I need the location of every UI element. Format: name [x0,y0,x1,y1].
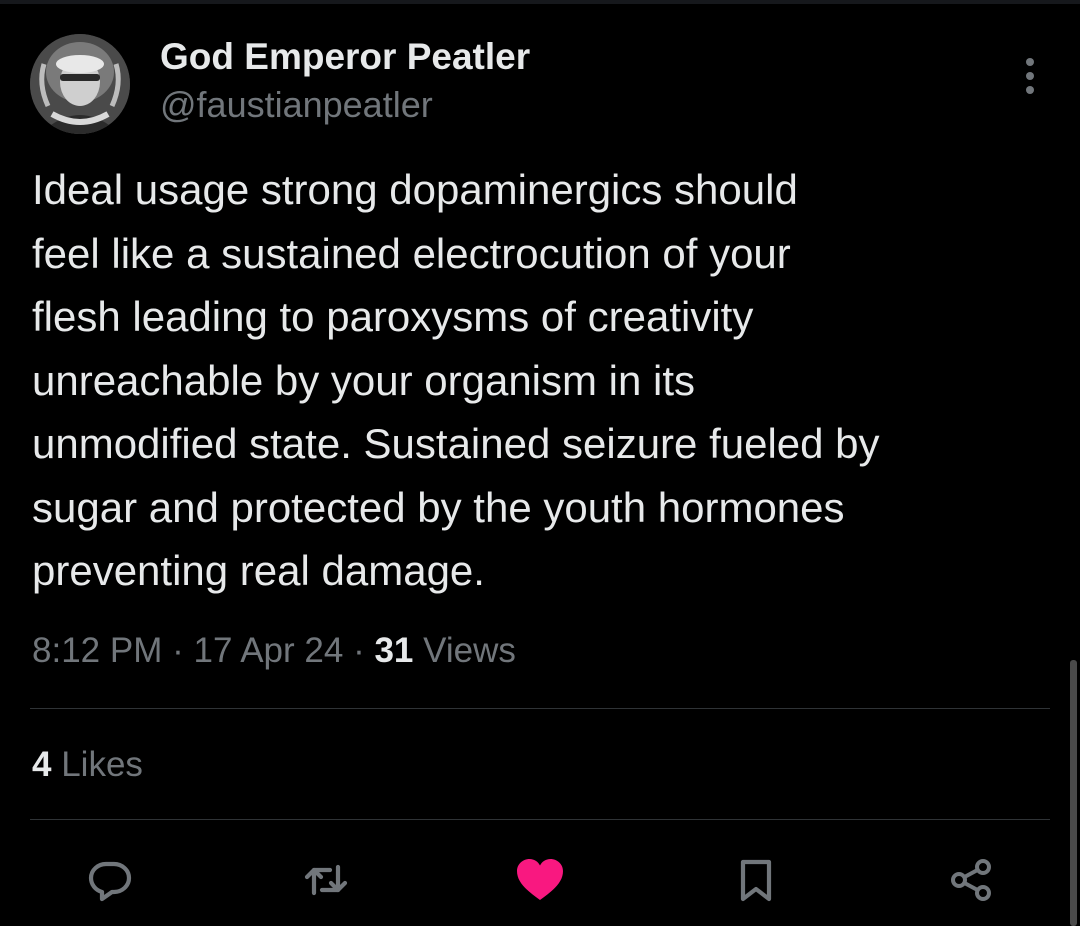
like-button[interactable] [512,852,568,908]
retweet-arrows-icon [304,864,348,896]
author-display-name[interactable]: God Emperor Peatler [160,36,530,78]
likes-count: 4 [32,745,52,784]
top-divider [0,0,1080,4]
likes-label: Likes [61,745,143,784]
bookmark-icon [740,859,772,902]
views-label: Views [423,631,516,670]
tweet-meta: 8:12 PM · 17 Apr 24 · 31 Views [32,631,516,671]
heart-filled-icon [517,859,563,900]
avatar-image [30,34,130,134]
more-options-button[interactable] [1012,54,1048,98]
author-handle[interactable]: @faustianpeatler [160,84,433,126]
likes-link[interactable]: 4 Likes [32,745,143,785]
divider [30,708,1050,709]
share-nodes-icon [951,859,991,901]
bookmark-button[interactable] [728,852,784,908]
tweet-time[interactable]: 8:12 PM [32,631,162,670]
meta-separator: · [172,631,184,670]
share-button[interactable] [943,852,999,908]
avatar[interactable] [30,34,130,134]
vertical-dots-icon [1026,58,1034,94]
reply-button[interactable] [82,852,138,908]
reply-bubble-icon [88,861,132,902]
tweet-text: Ideal usage strong dopaminergics should … [32,166,880,594]
tweet-date[interactable]: 17 Apr 24 [193,631,343,670]
scrollbar[interactable] [1070,660,1077,926]
retweet-button[interactable] [298,852,354,908]
views-count: 31 [374,631,414,670]
divider [30,819,1050,820]
meta-separator: · [353,631,365,670]
